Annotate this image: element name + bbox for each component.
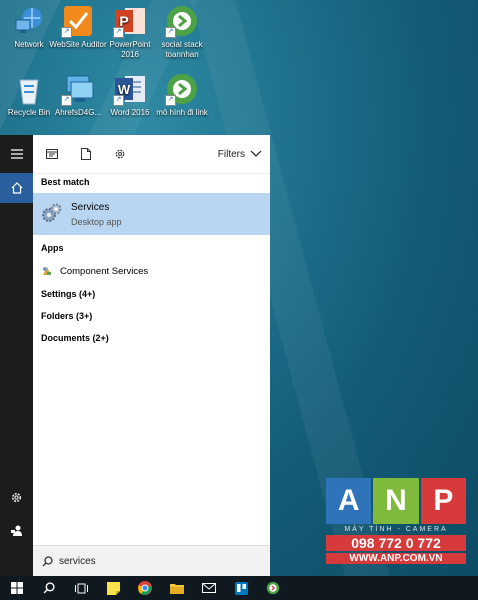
network-icon — [12, 4, 46, 38]
app-result-component-services[interactable]: Component Services — [41, 265, 148, 277]
apps-heading: Apps — [41, 243, 64, 253]
hamburger-menu-button[interactable] — [0, 139, 33, 169]
logo-letter-a: A — [326, 478, 372, 524]
desktop-icon-social-stack[interactable]: ↗ social stack toannhan — [153, 4, 211, 60]
chrome-icon — [138, 581, 152, 595]
anp-logo: A N P — [326, 478, 466, 524]
trello-app[interactable] — [228, 576, 254, 600]
logo-letter-p: P — [420, 478, 466, 524]
gear-icon — [115, 149, 125, 159]
filters-label: Filters — [217, 148, 245, 160]
search-input[interactable]: services — [59, 556, 96, 567]
file-explorer-app[interactable] — [164, 576, 190, 600]
desktop-icon-powerpoint[interactable]: P ↗ PowerPoint 2016 — [101, 4, 159, 60]
desktop-icon-mo-hinh-di-link[interactable]: ↗ mô hình đi link — [153, 72, 211, 118]
shortcut-arrow-icon: ↗ — [165, 27, 176, 38]
desktop-icon-label: PowerPoint 2016 — [109, 40, 151, 59]
search-icon — [43, 582, 55, 594]
sticky-note-icon — [106, 581, 120, 595]
folders-results-category[interactable]: Folders (3+) — [41, 311, 92, 321]
trello-icon — [234, 581, 248, 595]
desktop-icon-label: social stack toannhan — [161, 40, 203, 59]
document-icon — [81, 148, 91, 160]
word-icon: W ↗ — [113, 72, 147, 106]
task-view-icon — [74, 583, 88, 593]
documents-results-category[interactable]: Documents (2+) — [41, 333, 109, 343]
documents-filter-button[interactable] — [75, 143, 97, 165]
anp-watermark: A N P MÁY TÍNH - CAMERA 098 772 0 772 WW… — [326, 478, 466, 578]
settings-results-category[interactable]: Settings (4+) — [41, 289, 95, 299]
chrome-app[interactable] — [132, 576, 158, 600]
shortcut-arrow-icon: ↗ — [113, 27, 124, 38]
logo-letter-n: N — [373, 478, 419, 524]
desktop-icon-ahrefs[interactable]: ↗ AhrefsD4G... — [49, 72, 107, 118]
sticky-notes-app[interactable] — [100, 576, 126, 600]
best-match-heading: Best match — [41, 177, 90, 187]
taskbar — [0, 576, 478, 600]
powerpoint-icon: P ↗ — [113, 4, 147, 38]
shortcut-arrow-icon: ↗ — [113, 95, 124, 106]
watermark-phone: 098 772 0 772 — [326, 535, 466, 551]
filters-dropdown[interactable]: Filters — [218, 149, 262, 160]
folder-icon — [170, 584, 184, 594]
best-match-title: Services — [71, 202, 110, 213]
recycle-bin-icon — [12, 72, 46, 106]
home-button[interactable] — [0, 173, 33, 203]
person-feedback-icon — [11, 525, 22, 536]
settings-button[interactable] — [0, 482, 33, 512]
start-menu-rail — [0, 135, 33, 576]
best-match-result[interactable]: Services Desktop app — [33, 193, 270, 235]
search-results-panel: Filters Best match Services Desktop app … — [33, 135, 270, 576]
windows-logo-icon — [11, 582, 23, 594]
watermark-tagline: MÁY TÍNH - CAMERA — [344, 526, 448, 533]
watermark-site: WWW.ANP.COM.VN — [326, 553, 466, 564]
chrome-bookmark-icon: ↗ — [165, 4, 199, 38]
settings-filter-button[interactable] — [109, 143, 131, 165]
filter-toolbar: Filters — [33, 135, 270, 174]
desktop-icon-word[interactable]: W ↗ Word 2016 — [101, 72, 159, 118]
hamburger-icon — [10, 149, 23, 159]
chrome-bookmark-icon: ↗ — [165, 72, 199, 106]
desktop-icon-website-auditor[interactable]: ↗ WebSite Auditor — [49, 4, 107, 50]
desktop-icon-label: AhrefsD4G... — [54, 108, 102, 117]
shortcut-arrow-icon: ↗ — [61, 95, 72, 106]
gear-icon — [12, 492, 21, 502]
search-box[interactable]: services — [33, 545, 270, 576]
ahrefs-icon: ↗ — [61, 72, 95, 106]
best-match-subtitle: Desktop app — [71, 217, 122, 227]
start-button[interactable] — [4, 576, 30, 600]
apps-filter-button[interactable] — [41, 143, 63, 165]
desktop-icon-label: mô hình đi link — [156, 108, 208, 117]
chevron-down-icon — [250, 150, 262, 157]
bookmark-app[interactable] — [260, 576, 286, 600]
desktop-icon-label: WebSite Auditor — [49, 40, 107, 49]
app-window-icon — [46, 149, 58, 159]
taskbar-search-button[interactable] — [36, 576, 62, 600]
services-gears-icon — [41, 202, 63, 224]
chrome-bookmark-icon — [266, 581, 280, 595]
task-view-button[interactable] — [68, 576, 94, 600]
mail-app[interactable] — [196, 576, 222, 600]
mail-icon — [202, 583, 216, 593]
component-services-icon — [43, 267, 51, 275]
desktop-icon-label: Word 2016 — [110, 108, 150, 117]
shortcut-arrow-icon: ↗ — [165, 95, 176, 106]
search-icon — [42, 556, 53, 567]
app-result-label: Component Services — [60, 265, 149, 277]
shortcut-arrow-icon: ↗ — [61, 27, 72, 38]
feedback-button[interactable] — [0, 515, 33, 545]
home-icon — [11, 182, 22, 194]
website-auditor-icon: ↗ — [61, 4, 95, 38]
